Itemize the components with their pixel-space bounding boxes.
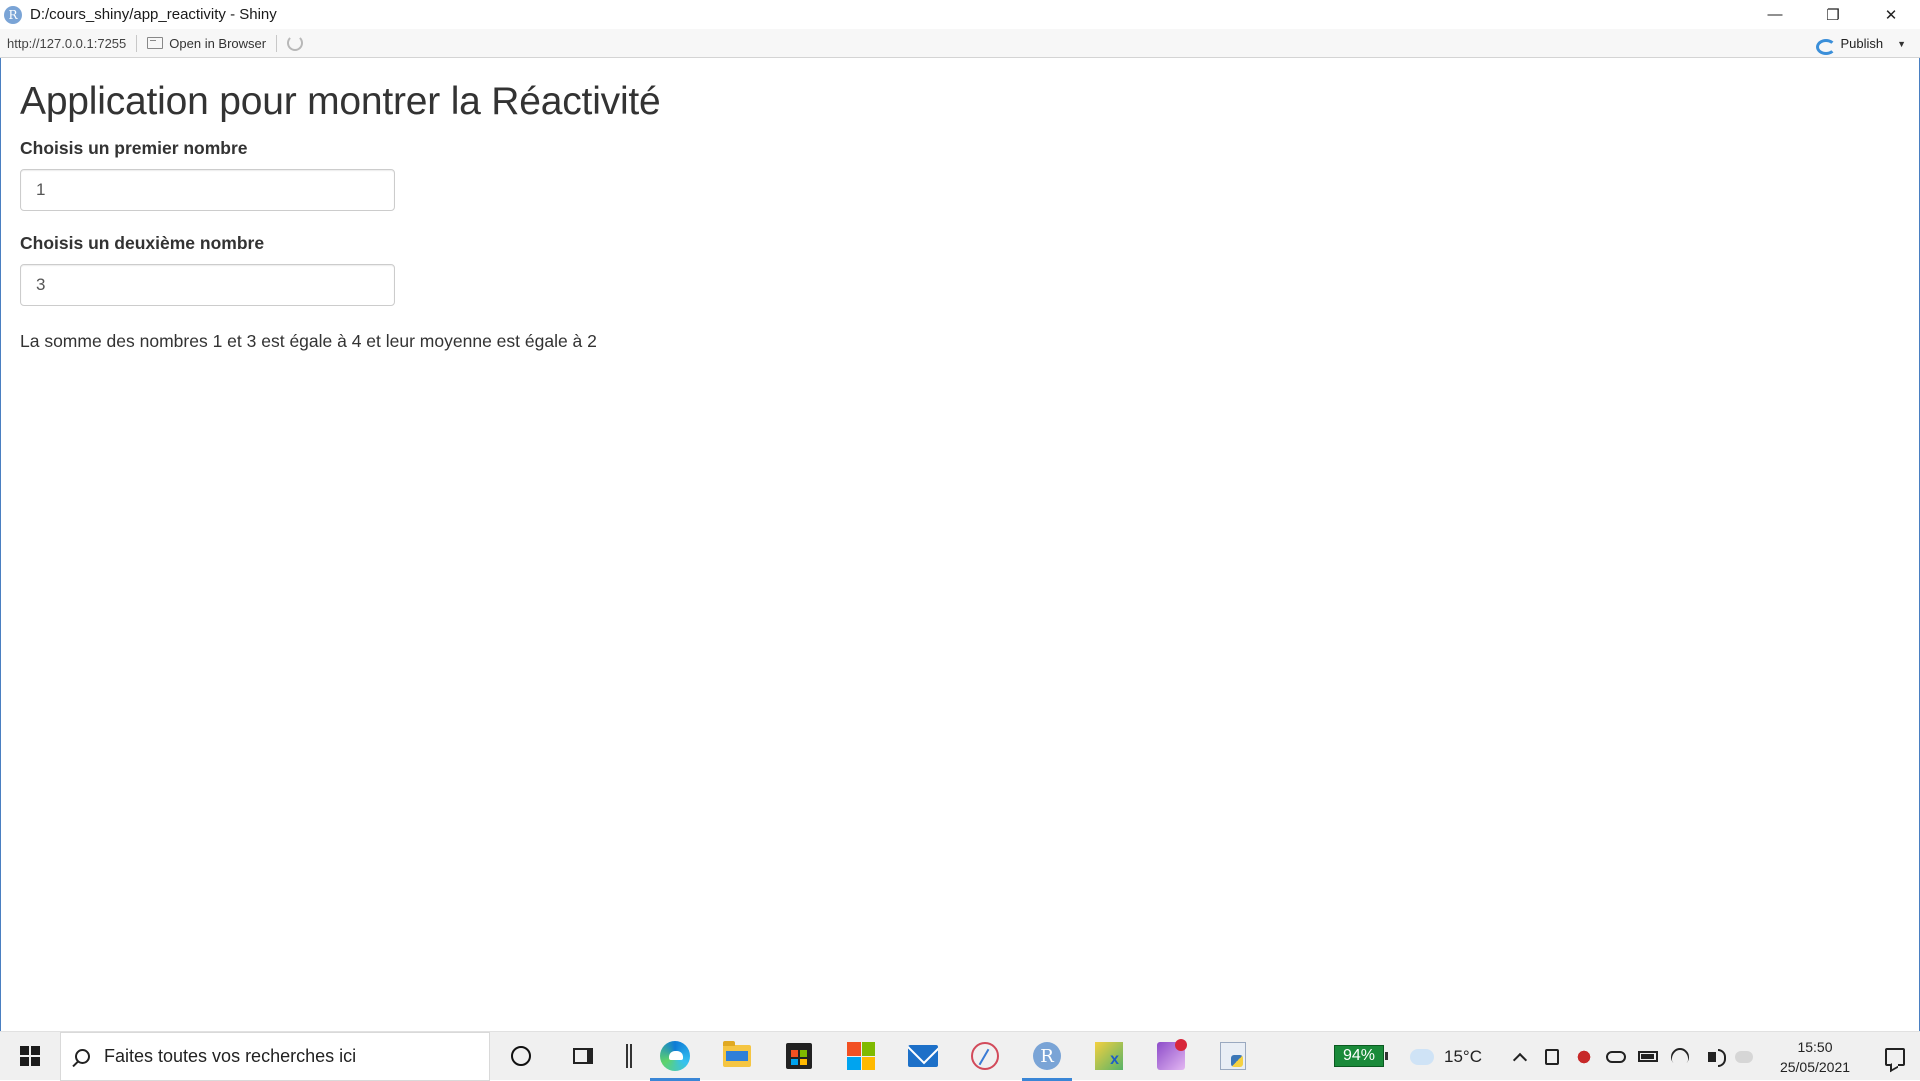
start-button[interactable] (0, 1032, 60, 1081)
restore-button[interactable]: ❐ (1804, 0, 1862, 29)
weather-icon[interactable] (1406, 1042, 1435, 1065)
notification-icon (1885, 1047, 1905, 1066)
taskbar-r[interactable]: R (1016, 1032, 1078, 1081)
chevron-up-icon (1512, 1052, 1528, 1067)
taskbar-edge[interactable] (644, 1032, 706, 1081)
onedrive-icon (1606, 1050, 1626, 1063)
paint-icon (1157, 1039, 1187, 1070)
toolbar-divider (136, 34, 138, 52)
taskbar-office[interactable] (830, 1032, 892, 1081)
second-number-field: Choisis un deuxième nombre (20, 233, 661, 306)
taskbar-paint[interactable] (1140, 1032, 1202, 1081)
battery-badge: 94% (1334, 1045, 1385, 1067)
taskbar-mail[interactable] (892, 1032, 954, 1081)
shiny-app-area: Application pour montrer la Réactivité C… (0, 58, 1920, 1031)
tray-wifi[interactable] (1664, 1032, 1696, 1081)
temperature[interactable]: 15°C (1444, 1047, 1482, 1067)
task-view-icon (573, 1048, 593, 1064)
python-icon (1220, 1042, 1246, 1070)
cortana-icon (511, 1046, 531, 1066)
microsoft-store-icon (786, 1043, 812, 1069)
snipping-tool-icon (971, 1042, 999, 1070)
meet-now-icon (1545, 1048, 1559, 1065)
taskbar-python[interactable] (1202, 1032, 1264, 1081)
open-browser-icon (147, 37, 164, 49)
windows-logo-icon (20, 1046, 40, 1066)
app-icon (1095, 1042, 1123, 1070)
taskbar-separator (614, 1032, 644, 1081)
open-in-browser-button[interactable]: Open in Browser (147, 36, 266, 51)
result-text: La somme des nombres 1 et 3 est égale à … (20, 331, 597, 351)
notifications-button[interactable] (1870, 1032, 1920, 1081)
app-content: Application pour montrer la Réactivité C… (20, 58, 661, 352)
refresh-icon[interactable] (287, 35, 304, 51)
tray-app[interactable] (1568, 1032, 1600, 1081)
upload-cloud-icon (1735, 1050, 1753, 1063)
taskbar: Faites toutes vos recherches ici R 94% 1… (0, 1031, 1920, 1081)
title-bar: R D:/cours_shiny/app_reactivity - Shiny … (0, 0, 1920, 29)
tray-upload[interactable] (1728, 1032, 1760, 1081)
taskbar-snipping[interactable] (954, 1032, 1016, 1081)
edge-icon (660, 1041, 690, 1071)
close-button[interactable]: ✕ (1862, 0, 1920, 29)
file-explorer-icon (723, 1041, 751, 1067)
search-icon (75, 1048, 90, 1064)
battery-icon (1638, 1051, 1658, 1062)
r-gui-icon: R (1033, 1042, 1061, 1070)
tray-battery[interactable] (1632, 1032, 1664, 1081)
taskbar-search[interactable]: Faites toutes vos recherches ici (60, 1031, 490, 1081)
minimize-button[interactable]: — (1746, 0, 1804, 29)
office-icon (847, 1042, 875, 1070)
taskbar-file-explorer[interactable] (706, 1032, 768, 1081)
second-number-input[interactable] (20, 264, 395, 306)
publish-icon (1816, 37, 1837, 55)
show-hidden-icons-button[interactable] (1504, 1032, 1536, 1081)
first-number-field: Choisis un premier nombre (20, 138, 661, 211)
clock[interactable]: 15:50 25/05/2021 (1770, 1037, 1860, 1077)
viewer-toolbar: http://127.0.0.1:7255 Open in Browser Pu… (0, 29, 1920, 58)
tray-meet[interactable] (1536, 1032, 1568, 1081)
volume-icon (1708, 1048, 1726, 1067)
window-title: D:/cours_shiny/app_reactivity - Shiny (30, 6, 277, 23)
second-number-label: Choisis un deuxième nombre (20, 233, 265, 253)
mail-icon (908, 1045, 938, 1067)
tray-app-icon (1576, 1048, 1592, 1065)
taskbar-store[interactable] (768, 1032, 830, 1081)
taskbar-app[interactable] (1078, 1032, 1140, 1081)
window-controls: — ❐ ✕ (1746, 0, 1920, 29)
clock-date: 25/05/2021 (1779, 1058, 1851, 1075)
first-number-label: Choisis un premier nombre (20, 138, 248, 158)
toolbar-divider (276, 34, 278, 52)
publish-button[interactable]: Publish ▼ (1816, 29, 1906, 58)
tray-volume[interactable] (1696, 1032, 1728, 1081)
r-app-icon: R (4, 5, 22, 24)
url-label[interactable]: http://127.0.0.1:7255 (7, 36, 126, 51)
chevron-down-icon[interactable]: ▼ (1897, 39, 1906, 49)
tray-onedrive[interactable] (1600, 1032, 1632, 1081)
page-title: Application pour montrer la Réactivité (20, 80, 661, 123)
open-in-browser-label: Open in Browser (169, 35, 267, 51)
cortana-button[interactable] (490, 1032, 552, 1081)
task-view-button[interactable] (552, 1032, 614, 1081)
wifi-icon (1667, 1043, 1693, 1070)
system-tray: 15°C 15:50 25/05/2021 (1406, 1032, 1920, 1081)
clock-time: 15:50 (1797, 1038, 1833, 1055)
publish-label: Publish (1840, 36, 1884, 51)
first-number-input[interactable] (20, 169, 395, 211)
search-placeholder: Faites toutes vos recherches ici (104, 1045, 357, 1066)
battery-nub (1385, 1052, 1389, 1060)
separator-icon (626, 1044, 632, 1068)
